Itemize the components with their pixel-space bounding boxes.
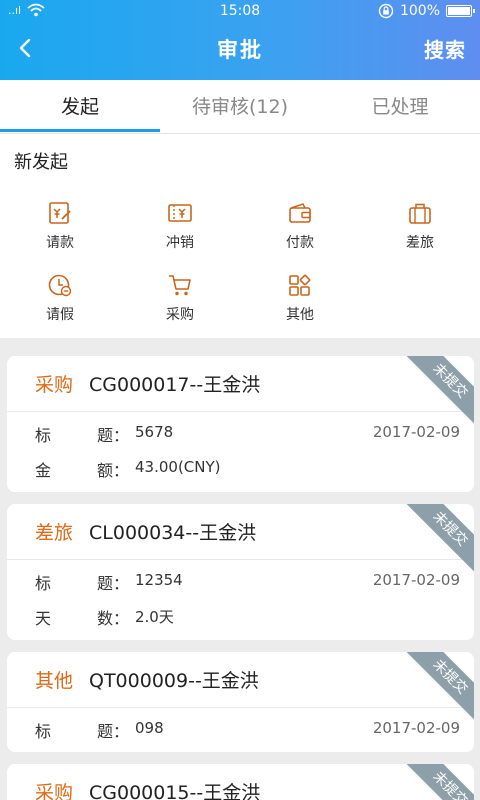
row-key-1: 标 xyxy=(35,426,52,445)
new-request-money-button[interactable]: 请款 xyxy=(0,200,120,264)
row-key-1: 标 xyxy=(35,574,52,593)
grid-item-label: 差旅 xyxy=(406,235,434,251)
grid-item-label: 其他 xyxy=(286,307,314,323)
tab-initiate[interactable]: 发起 xyxy=(0,80,160,134)
chevron-left-icon xyxy=(19,38,31,58)
row-value: 12354 xyxy=(135,571,183,589)
status-right: 100% xyxy=(378,3,475,19)
approval-card[interactable]: 差旅 CL000034--王金洪 未提交 标 题： 12354 2017-02-… xyxy=(7,504,474,640)
grid-item-label: 采购 xyxy=(166,307,194,323)
app-header: ..ıl 15:08 100% 审批 搜索 xyxy=(0,0,480,80)
card-row: 标 题： 5678 2017-02-09 xyxy=(7,416,474,450)
battery-icon xyxy=(446,5,475,17)
clock-icon xyxy=(48,274,72,297)
card-code: CL000034--王金洪 xyxy=(89,522,257,544)
grid-item-label: 请款 xyxy=(46,235,74,251)
row-value: 098 xyxy=(135,719,164,737)
card-code: CG000015--王金洪 xyxy=(89,782,261,800)
card-type: 采购 xyxy=(35,782,74,800)
row-date: 2017-02-09 xyxy=(372,571,460,589)
card-code: QT000009--王金洪 xyxy=(89,670,259,692)
cart-icon xyxy=(169,275,191,296)
approval-card[interactable]: 采购 CG000017--王金洪 未提交 标 题： 5678 2017-02-0… xyxy=(7,356,474,492)
new-travel-button[interactable]: 差旅 xyxy=(360,200,480,264)
page-title: 审批 xyxy=(217,38,263,62)
apps-icon xyxy=(289,274,311,296)
row-key-1: 标 xyxy=(35,722,52,741)
search-button[interactable]: 搜索 xyxy=(424,34,466,63)
card-row: 金 额： 43.00(CNY) xyxy=(7,451,474,485)
tab-pending-review[interactable]: 待审核(12) xyxy=(160,80,320,134)
new-writeoff-button[interactable]: 冲销 xyxy=(120,200,240,264)
grid-item-label: 付款 xyxy=(286,235,314,251)
wallet-icon xyxy=(289,203,311,223)
row-date: 2017-02-09 xyxy=(372,423,460,441)
tab-bar: 发起 待审核(12) 已处理 xyxy=(0,80,480,134)
row-key-2: 题： xyxy=(97,722,130,741)
row-key-2: 题： xyxy=(97,574,130,593)
card-row: 标 题： 12354 2017-02-09 xyxy=(7,564,474,598)
battery-percent: 100% xyxy=(399,3,440,19)
status-bar: ..ıl 15:08 100% xyxy=(0,0,480,24)
card-type: 其他 xyxy=(35,670,74,692)
card-header: 差旅 CL000034--王金洪 xyxy=(7,504,474,560)
approval-card[interactable]: 采购 CG000015--王金洪 未提交 xyxy=(7,764,474,800)
card-row: 天 数： 2.0天 xyxy=(7,599,474,633)
row-key-1: 金 xyxy=(35,461,52,480)
row-date: 2017-02-09 xyxy=(372,719,460,737)
card-header: 采购 CG000017--王金洪 xyxy=(7,356,474,412)
row-key-2: 题： xyxy=(97,426,130,445)
new-payment-button[interactable]: 付款 xyxy=(240,200,360,264)
request-money-icon xyxy=(49,202,71,224)
tab-processed[interactable]: 已处理 xyxy=(320,80,480,134)
tab-active-indicator xyxy=(0,129,160,132)
card-type: 差旅 xyxy=(35,522,74,544)
row-key-1: 天 xyxy=(35,609,52,628)
grid-item-label: 请假 xyxy=(46,307,74,323)
row-value: 2.0天 xyxy=(135,608,174,626)
row-key-2: 额： xyxy=(97,461,130,480)
new-request-section: 新发起 请款 冲销 付款 差旅 请假 采购 其他 xyxy=(0,134,480,338)
new-purchase-button[interactable]: 采购 xyxy=(120,272,240,336)
row-key-2: 数： xyxy=(97,609,130,628)
row-value: 43.00(CNY) xyxy=(135,458,221,476)
section-title: 新发起 xyxy=(14,152,68,173)
new-leave-button[interactable]: 请假 xyxy=(0,272,120,336)
row-value: 5678 xyxy=(135,423,174,441)
rotation-lock-icon xyxy=(378,3,394,19)
suitcase-icon xyxy=(409,203,431,224)
approval-card[interactable]: 其他 QT000009--王金洪 未提交 标 题： 098 2017-02-09 xyxy=(7,652,474,752)
card-type: 采购 xyxy=(35,374,74,396)
writeoff-icon xyxy=(168,204,192,222)
new-other-button[interactable]: 其他 xyxy=(240,272,360,336)
card-row: 标 题： 098 2017-02-09 xyxy=(7,712,474,746)
nav-bar: 审批 搜索 xyxy=(0,24,480,80)
grid-item-label: 冲销 xyxy=(166,235,194,251)
card-header: 其他 QT000009--王金洪 xyxy=(7,652,474,708)
card-header: 采购 CG000015--王金洪 xyxy=(7,764,474,800)
card-code: CG000017--王金洪 xyxy=(89,374,261,396)
back-button[interactable] xyxy=(12,34,40,62)
